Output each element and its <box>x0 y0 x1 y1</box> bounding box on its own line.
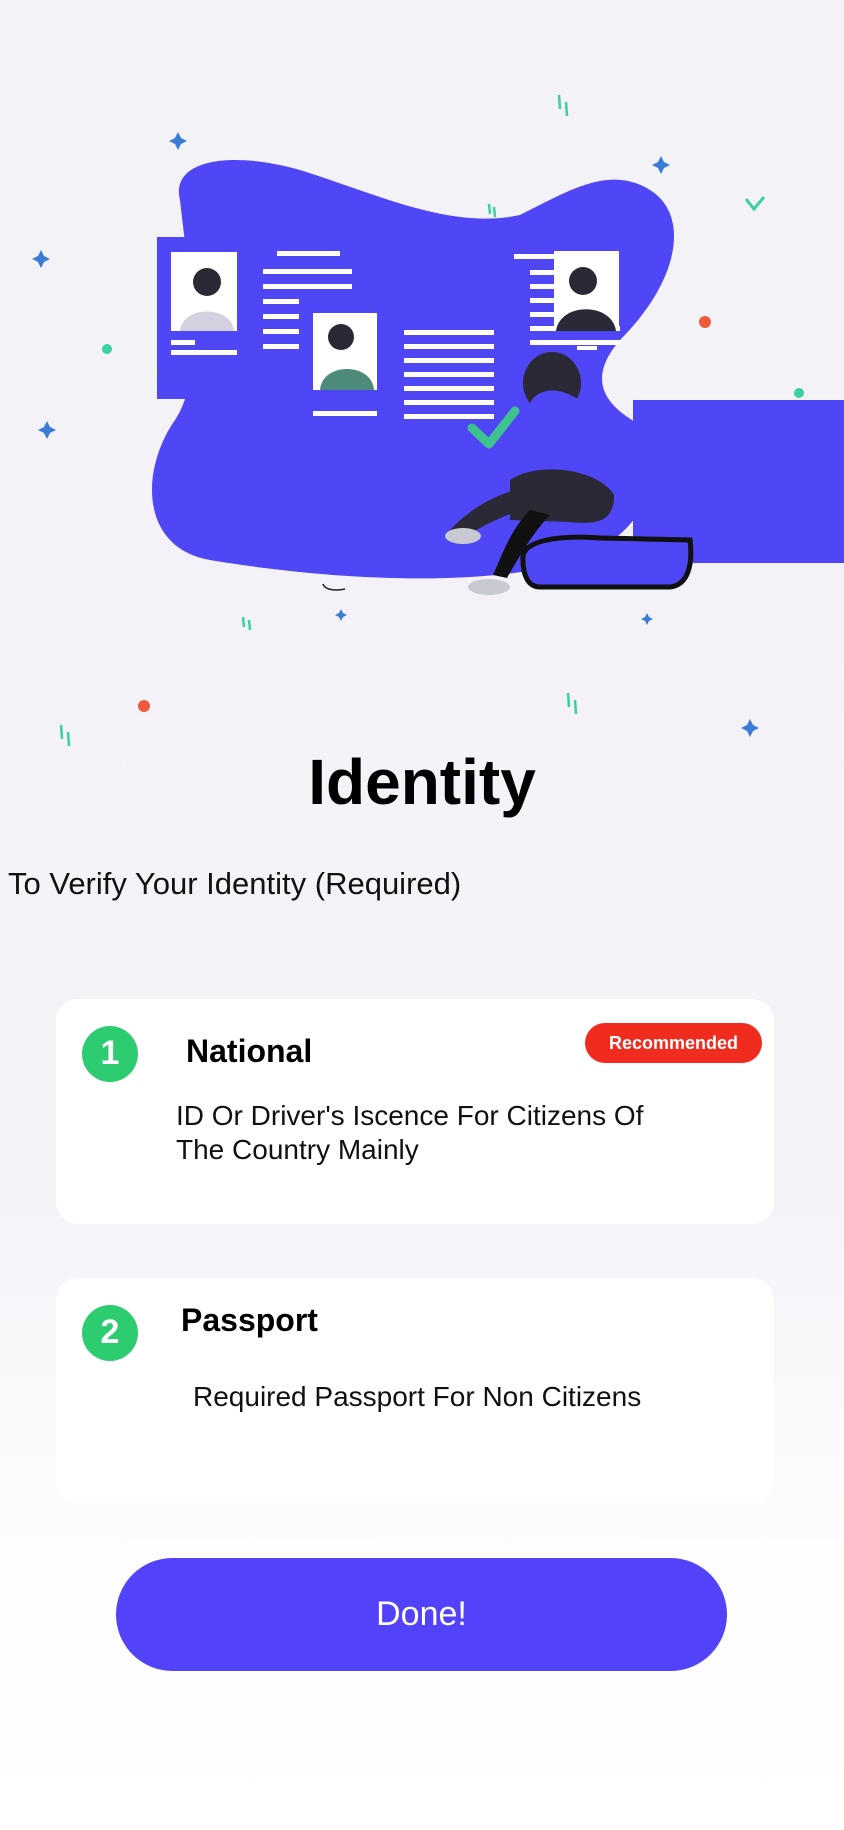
page-subtitle: To Verify Your Identity (Required) <box>8 866 462 901</box>
option-title: Passport <box>181 1302 318 1338</box>
step-number-badge: 1 <box>82 1026 138 1082</box>
recommended-badge: Recommended <box>584 1023 762 1063</box>
option-national-card[interactable]: 1 National Recommended ID Or Driver's Is… <box>56 999 774 1224</box>
option-passport-card[interactable]: 2 Passport Required Passport For Non Cit… <box>56 1278 774 1503</box>
done-button[interactable]: Done! <box>116 1558 727 1671</box>
decorative-marks <box>59 692 759 747</box>
step-number-badge: 2 <box>82 1305 138 1361</box>
option-description: Required Passport For Non Citizens <box>193 1381 642 1412</box>
page-title: Identity <box>308 746 536 818</box>
option-title: National <box>186 1033 313 1069</box>
identity-illustration <box>32 94 844 631</box>
option-description: ID Or Driver's Iscence For Citizens Of T… <box>176 1100 644 1165</box>
sparkle-icon <box>741 719 759 737</box>
